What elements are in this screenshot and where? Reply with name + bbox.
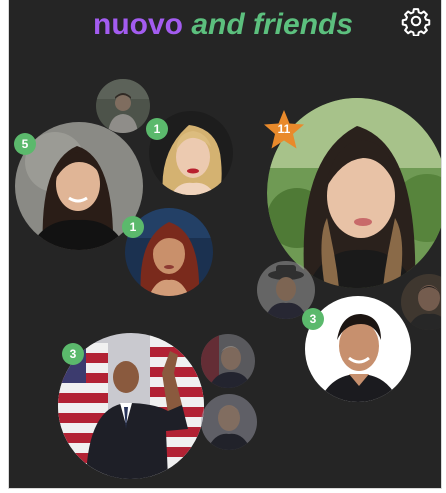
friend-badge-blonde-woman: 1 (146, 118, 168, 140)
friend-badge-smiling-man: 3 (302, 308, 324, 330)
title-nuovo: nuovo (93, 8, 183, 41)
friend-avatar-small-bottom-right-2[interactable] (201, 394, 257, 450)
person-photo (96, 79, 150, 133)
friend-badge-waving-man: 3 (62, 343, 84, 365)
app-title: nuovo and friends (93, 5, 383, 45)
gear-icon[interactable] (401, 6, 431, 36)
person-photo (401, 274, 441, 330)
friend-avatar-small-bottom-right-1[interactable] (201, 334, 255, 388)
person-photo (201, 394, 257, 450)
title-and-friends: and friends (191, 8, 354, 41)
friend-badge-dark-hair-woman: 5 (14, 133, 36, 155)
friend-avatar-small-top-left[interactable] (96, 79, 150, 133)
app-canvas: nuovo and friends 1 5 1 11 3 3 (8, 0, 442, 489)
person-photo (201, 334, 255, 388)
friend-badge-featured-woman: 11 (277, 122, 291, 136)
friend-badge-red-hair-woman: 1 (122, 216, 144, 238)
friend-avatar-right-edge-man[interactable] (401, 274, 441, 330)
